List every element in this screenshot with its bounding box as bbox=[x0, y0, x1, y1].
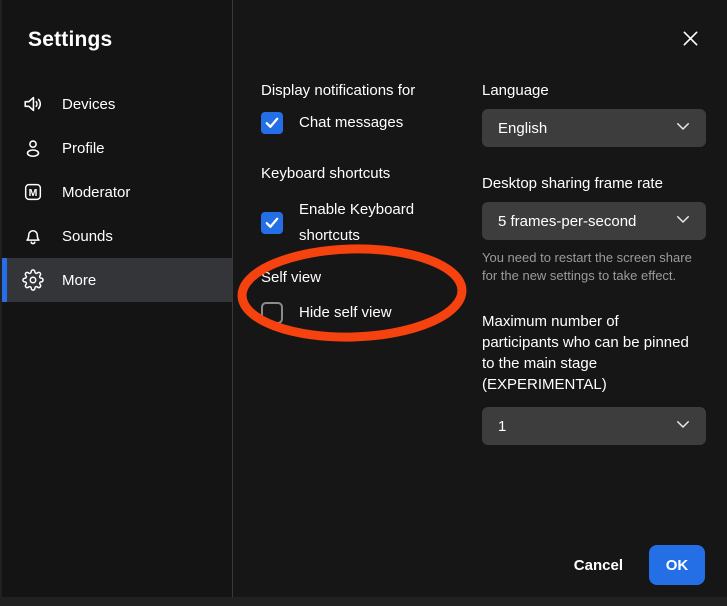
sidebar-item-moderator[interactable]: M Moderator bbox=[2, 170, 232, 214]
sidebar-item-more[interactable]: More bbox=[2, 258, 232, 302]
ok-button[interactable]: OK bbox=[649, 545, 705, 585]
more-settings-panel: Display notifications for Chat messages … bbox=[233, 0, 727, 597]
sidebar-item-label: More bbox=[62, 272, 96, 289]
cancel-button[interactable]: Cancel bbox=[574, 557, 623, 574]
self-view-section-label: Self view bbox=[261, 269, 466, 287]
settings-dialog: Settings Devices bbox=[2, 0, 727, 597]
hide-self-view-checkbox-row[interactable]: Hide self view bbox=[261, 300, 466, 326]
close-button[interactable] bbox=[679, 29, 701, 51]
max-pinned-selected-value: 1 bbox=[498, 418, 506, 435]
keyboard-section-label: Keyboard shortcuts bbox=[261, 165, 466, 183]
checkbox-checked-icon[interactable] bbox=[261, 212, 283, 234]
sidebar-item-label: Profile bbox=[62, 140, 105, 157]
chat-messages-label: Chat messages bbox=[299, 110, 403, 136]
speaker-icon bbox=[22, 93, 44, 115]
frame-rate-help-text: You need to restart the screen share for… bbox=[482, 249, 706, 284]
frame-rate-select[interactable]: 5 frames-per-second bbox=[482, 202, 706, 240]
checkbox-unchecked-icon[interactable] bbox=[261, 302, 283, 324]
dialog-title: Settings bbox=[28, 28, 232, 52]
enable-shortcuts-checkbox-row[interactable]: Enable Keyboard shortcuts bbox=[261, 197, 466, 249]
checkbox-checked-icon[interactable] bbox=[261, 112, 283, 134]
hide-self-view-label: Hide self view bbox=[299, 300, 392, 326]
close-icon bbox=[681, 29, 700, 51]
chevron-down-icon bbox=[674, 210, 692, 232]
svg-text:M: M bbox=[29, 187, 38, 199]
settings-nav: Devices Profile M Moder bbox=[2, 82, 232, 302]
settings-sidebar: Settings Devices bbox=[2, 0, 233, 597]
gear-icon bbox=[22, 269, 44, 291]
frame-rate-label: Desktop sharing frame rate bbox=[482, 175, 706, 193]
sidebar-item-devices[interactable]: Devices bbox=[2, 82, 232, 126]
toggles-column: Display notifications for Chat messages … bbox=[261, 82, 466, 326]
dialog-footer: Cancel OK bbox=[574, 545, 705, 585]
person-icon bbox=[22, 137, 44, 159]
language-select[interactable]: English bbox=[482, 109, 706, 147]
dropdowns-column: Language English Desktop sharing frame r… bbox=[482, 82, 706, 445]
sidebar-item-label: Devices bbox=[62, 96, 115, 113]
bell-icon bbox=[22, 225, 44, 247]
max-pinned-label: Maximum number of participants who can b… bbox=[482, 311, 694, 395]
notifications-section-label: Display notifications for bbox=[261, 82, 466, 100]
sidebar-item-profile[interactable]: Profile bbox=[2, 126, 232, 170]
sidebar-item-label: Sounds bbox=[62, 228, 113, 245]
sidebar-item-label: Moderator bbox=[62, 184, 130, 201]
enable-shortcuts-label: Enable Keyboard shortcuts bbox=[299, 197, 459, 249]
language-selected-value: English bbox=[498, 120, 547, 137]
chat-messages-checkbox-row[interactable]: Chat messages bbox=[261, 110, 466, 136]
max-pinned-select[interactable]: 1 bbox=[482, 407, 706, 445]
chevron-down-icon bbox=[674, 117, 692, 139]
sidebar-item-sounds[interactable]: Sounds bbox=[2, 214, 232, 258]
chevron-down-icon bbox=[674, 415, 692, 437]
frame-rate-selected-value: 5 frames-per-second bbox=[498, 213, 636, 230]
language-label: Language bbox=[482, 82, 706, 100]
moderator-m-icon: M bbox=[22, 181, 44, 203]
